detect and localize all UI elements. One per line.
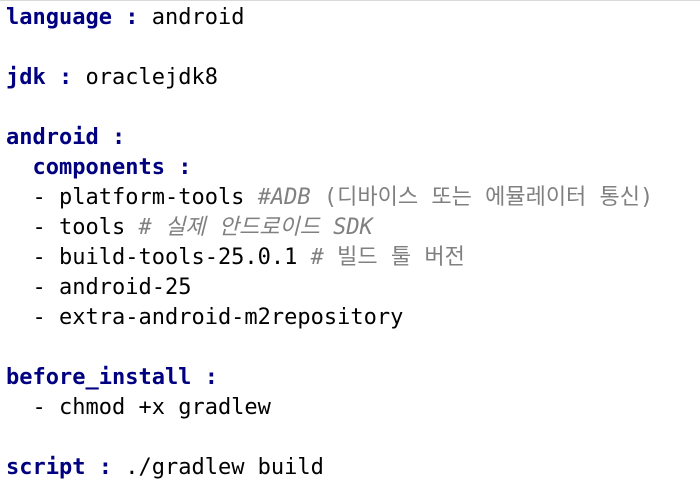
- list-item: - android-25: [32, 275, 192, 300]
- list-item: - tools # 실제 안드로이드 SDK: [32, 215, 373, 240]
- list-item-value: build-tools-25.0.1: [59, 245, 298, 270]
- separator: :: [111, 125, 126, 150]
- separator: :: [98, 455, 112, 480]
- list-item-value: extra-android-m2repository: [59, 305, 404, 330]
- value-script: ./gradlew build: [125, 455, 324, 480]
- list-item: - build-tools-25.0.1 # 빌드 툴 버전: [32, 245, 465, 270]
- key-script: script: [6, 455, 86, 480]
- key-android: android: [6, 125, 99, 150]
- comment: #: [310, 245, 324, 270]
- line-before-install: before_install :: [6, 363, 218, 393]
- list-item-value: android-25: [59, 275, 192, 300]
- list-item: - chmod +x gradlew: [32, 395, 271, 420]
- value-language: android: [151, 5, 245, 30]
- comment: #ADB: [257, 185, 311, 210]
- line-android: android :: [6, 123, 125, 153]
- key-jdk: jdk: [6, 65, 46, 90]
- line-language: language : android: [6, 3, 244, 33]
- line-components: components :: [6, 153, 192, 183]
- key-components: components: [32, 155, 165, 180]
- key-before-install: before_install: [6, 365, 192, 390]
- comment: #: [138, 215, 152, 240]
- comment: 빌드 툴 버전: [337, 245, 465, 270]
- comment: (디바이스 또는 에뮬레이터 통신): [323, 185, 654, 210]
- list-item-value: tools: [59, 215, 126, 240]
- list-item: - platform-tools #ADB (디바이스 또는 에뮬레이터 통신): [32, 185, 654, 210]
- separator: :: [178, 155, 192, 180]
- separator: :: [125, 5, 139, 30]
- separator: :: [59, 65, 73, 90]
- value-jdk: oraclejdk8: [85, 65, 218, 90]
- list-item-value: platform-tools: [59, 185, 245, 210]
- key-language: language: [6, 5, 112, 30]
- separator: :: [204, 365, 218, 390]
- list-item: - extra-android-m2repository: [32, 305, 404, 330]
- line-jdk: jdk : oraclejdk8: [6, 63, 218, 93]
- code-editor[interactable]: language : android jdk : oraclejdk8 andr…: [0, 0, 700, 496]
- list-item-value: chmod +x gradlew: [59, 395, 271, 420]
- line-script: script : ./gradlew build: [6, 453, 324, 483]
- comment: 실제 안드로이드 SDK: [164, 215, 373, 240]
